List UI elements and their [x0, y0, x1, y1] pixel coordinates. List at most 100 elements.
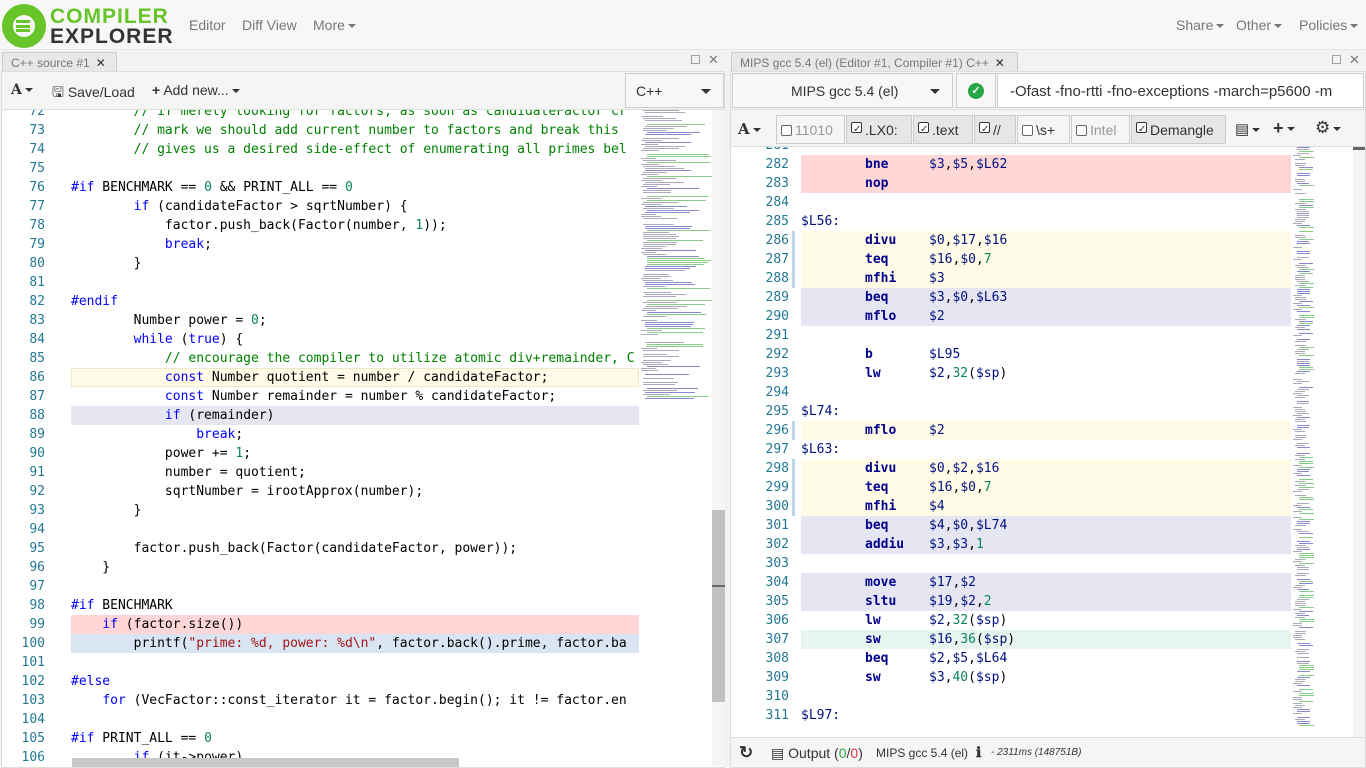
- assembly-line[interactable]: 299 teq $16,$0,7: [731, 478, 1291, 497]
- filter-directives[interactable]: .text: [913, 115, 973, 144]
- source-line[interactable]: 74 // gives us a desired side-effect of …: [2, 140, 639, 159]
- source-line[interactable]: 104: [2, 710, 639, 729]
- source-line[interactable]: 101: [2, 653, 639, 672]
- filter-labels[interactable]: .LX0:: [846, 115, 912, 144]
- add-tool-icon[interactable]: +: [1273, 118, 1295, 139]
- source-line[interactable]: 86 const Number quotient = number / cand…: [2, 368, 639, 387]
- source-line[interactable]: 96 }: [2, 558, 639, 577]
- assembly-line[interactable]: 302 addiu $3,$3,1: [731, 535, 1291, 554]
- source-line[interactable]: 93 }: [2, 501, 639, 520]
- source-line[interactable]: 72 // if merely looking for factors, as …: [2, 110, 639, 121]
- font-size-button[interactable]: A: [738, 120, 761, 138]
- nav-diff-view[interactable]: Diff View: [242, 17, 297, 33]
- assembly-line[interactable]: 291: [731, 326, 1291, 345]
- source-line[interactable]: 94: [2, 520, 639, 539]
- assembly-line[interactable]: 285 $L56:: [731, 212, 1291, 231]
- assembly-line[interactable]: 306 lw $2,32($sp): [731, 611, 1291, 630]
- assembly-line[interactable]: 308 beq $2,$5,$L64: [731, 649, 1291, 668]
- assembly-line[interactable]: 298 divu $0,$2,$16: [731, 459, 1291, 478]
- assembly-line[interactable]: 292 b $L95: [731, 345, 1291, 364]
- source-minimap[interactable]: [639, 110, 712, 400]
- assembly-scrollbar[interactable]: [1353, 147, 1365, 737]
- source-scrollbar[interactable]: [712, 110, 725, 766]
- source-code-area[interactable]: 72 // if merely looking for factors, as …: [2, 110, 639, 766]
- assembly-line[interactable]: 281: [731, 147, 1291, 155]
- close-icon[interactable]: ✕: [96, 56, 106, 70]
- assembly-line[interactable]: 311 $L97:: [731, 706, 1291, 725]
- source-line[interactable]: 83 Number power = 0;: [2, 311, 639, 330]
- font-size-button[interactable]: A: [11, 82, 33, 98]
- assembly-line[interactable]: 283 nop: [731, 174, 1291, 193]
- assembly-line[interactable]: 293 lw $2,32($sp): [731, 364, 1291, 383]
- source-line[interactable]: 89 break;: [2, 425, 639, 444]
- assembly-line[interactable]: 284: [731, 193, 1291, 212]
- source-line[interactable]: 91 number = quotient;: [2, 463, 639, 482]
- libraries-icon[interactable]: ▤: [1235, 120, 1261, 138]
- source-line[interactable]: 87 const Number remainder = number % can…: [2, 387, 639, 406]
- source-line[interactable]: 97: [2, 577, 639, 596]
- source-line[interactable]: 88 if (remainder): [2, 406, 639, 425]
- filter-binary[interactable]: 11010: [776, 115, 845, 144]
- close-pane-icon[interactable]: ✕: [708, 52, 719, 68]
- nav-other[interactable]: Other: [1236, 17, 1283, 33]
- source-line[interactable]: 90 power += 1;: [2, 444, 639, 463]
- source-line[interactable]: 103 for (VecFactor::const_iterator it = …: [2, 691, 639, 710]
- nav-policies[interactable]: Policies: [1299, 17, 1359, 33]
- source-line[interactable]: 80 }: [2, 254, 639, 273]
- save-load-button[interactable]: 🖫 Save/Load: [52, 82, 135, 106]
- assembly-line[interactable]: 294: [731, 383, 1291, 402]
- source-line[interactable]: 81: [2, 273, 639, 292]
- source-line[interactable]: 79 break;: [2, 235, 639, 254]
- assembly-line[interactable]: 307 sw $16,36($sp): [731, 630, 1291, 649]
- language-select[interactable]: C++: [625, 73, 724, 108]
- source-line[interactable]: 100 printf("prime: %d, power: %d\n", fac…: [2, 634, 639, 653]
- assembly-minimap[interactable]: [1291, 147, 1353, 737]
- source-line[interactable]: 82 #endif: [2, 292, 639, 311]
- tab-compiler-output[interactable]: MIPS gcc 5.4 (el) (Editor #1, Compiler #…: [731, 52, 1018, 71]
- assembly-line[interactable]: 297 $L63:: [731, 440, 1291, 459]
- compiler-options-input[interactable]: -Ofast -fno-rtti -fno-exceptions -march=…: [997, 73, 1364, 108]
- assembly-line[interactable]: 295 $L74:: [731, 402, 1291, 421]
- assembly-line[interactable]: 310: [731, 687, 1291, 706]
- recompile-icon[interactable]: ↻: [739, 743, 753, 763]
- source-line[interactable]: 92 sqrtNumber = irootApprox(number);: [2, 482, 639, 501]
- filter-whitespace[interactable]: \s+: [1017, 115, 1070, 144]
- assembly-line[interactable]: 282 bne $3,$5,$L62: [731, 155, 1291, 174]
- nav-share[interactable]: Share: [1176, 17, 1225, 33]
- info-icon[interactable]: ℹ: [976, 744, 981, 761]
- assembly-line[interactable]: 303: [731, 554, 1291, 573]
- assembly-line[interactable]: 288 mfhi $3: [731, 269, 1291, 288]
- filter-intel[interactable]: Intel: [1071, 115, 1130, 144]
- close-icon[interactable]: ✕: [995, 56, 1005, 70]
- source-line[interactable]: 78 factor.push_back(Factor(number, 1));: [2, 216, 639, 235]
- source-line[interactable]: 75: [2, 159, 639, 178]
- maximize-icon[interactable]: ☐: [1331, 53, 1342, 67]
- source-line[interactable]: 73 // mark we should add current number …: [2, 121, 639, 140]
- source-line[interactable]: 76 #if BENCHMARK == 0 && PRINT_ALL == 0: [2, 178, 639, 197]
- compiler-select[interactable]: MIPS gcc 5.4 (el): [732, 73, 953, 108]
- horizontal-scrollbar-thumb[interactable]: [72, 758, 459, 767]
- assembly-line[interactable]: 309 sw $3,40($sp): [731, 668, 1291, 687]
- assembly-line[interactable]: 290 mflo $2: [731, 307, 1291, 326]
- assembly-line[interactable]: 286 divu $0,$17,$16: [731, 231, 1291, 250]
- assembly-line[interactable]: 305 sltu $19,$2,2: [731, 592, 1291, 611]
- maximize-icon[interactable]: ☐: [690, 53, 701, 67]
- assembly-line[interactable]: 296 mflo $2: [731, 421, 1291, 440]
- source-line[interactable]: 102 #else: [2, 672, 639, 691]
- source-line[interactable]: 105 #if PRINT_ALL == 0: [2, 729, 639, 748]
- compile-status[interactable]: ✓: [956, 73, 996, 108]
- tab-cpp-source[interactable]: C++ source #1 ✕: [2, 52, 117, 71]
- source-line[interactable]: 84 while (true) {: [2, 330, 639, 349]
- source-line[interactable]: 95 factor.push_back(Factor(candidateFact…: [2, 539, 639, 558]
- close-pane-icon[interactable]: ✕: [1349, 52, 1360, 68]
- scrollbar-thumb[interactable]: [712, 510, 725, 702]
- source-line[interactable]: 98 #if BENCHMARK: [2, 596, 639, 615]
- add-new-button[interactable]: + Add new...: [152, 82, 240, 98]
- assembly-line[interactable]: 289 beq $3,$0,$L63: [731, 288, 1291, 307]
- assembly-line[interactable]: 287 teq $16,$0,7: [731, 250, 1291, 269]
- assembly-line[interactable]: 301 beq $4,$0,$L74: [731, 516, 1291, 535]
- nav-more[interactable]: More: [313, 17, 356, 33]
- source-line[interactable]: 99 if (factor.size()): [2, 615, 639, 634]
- output-button[interactable]: ▤ Output (0/0): [771, 745, 863, 762]
- nav-editor[interactable]: Editor: [189, 17, 226, 33]
